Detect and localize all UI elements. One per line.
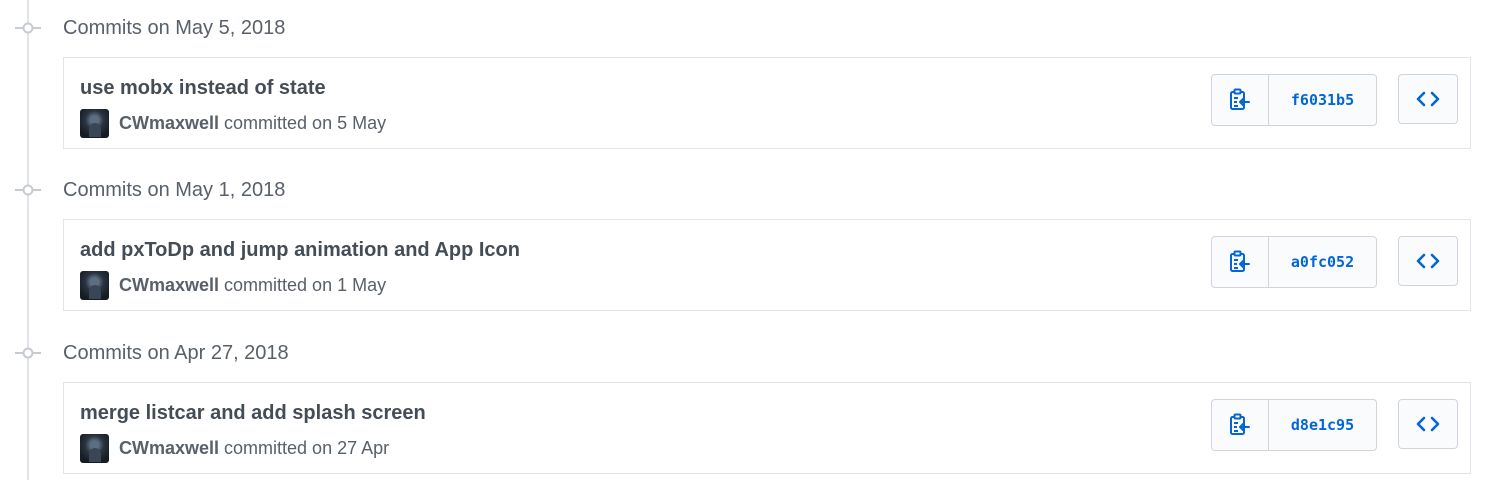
commit-group-header: Commits on Apr 27, 2018 [0,333,700,373]
commit-author-link[interactable]: CWmaxwell [119,275,219,296]
browse-code-button[interactable] [1398,74,1458,124]
avatar[interactable] [80,433,109,463]
copy-sha-button[interactable] [1212,237,1269,287]
commit-meta: CWmaxwell committed on 1 May [80,270,386,300]
commit-date: committed on 5 May [224,112,387,133]
git-commit-icon [15,184,41,196]
commit-message-link[interactable]: add pxToDp and jump animation and App Ic… [80,238,520,262]
commit-message-link[interactable]: merge listcar and add splash screen [80,401,426,425]
clipboard-icon [1230,88,1250,110]
commit-meta: CWmaxwell committed on 27 Apr [80,433,389,463]
commit-sha-link[interactable]: d8e1c95 [1269,400,1376,450]
code-icon [1416,253,1440,269]
copy-sha-button[interactable] [1212,400,1269,450]
git-commit-icon [15,347,41,359]
browse-code-button[interactable] [1398,399,1458,449]
commit-message-link[interactable]: use mobx instead of state [80,76,326,100]
clipboard-icon [1230,250,1250,272]
commit-sha-button-group: a0fc052 [1211,236,1377,288]
commit-meta: CWmaxwell committed on 5 May [80,108,386,138]
git-commit-icon [15,22,41,34]
clipboard-icon [1230,413,1250,435]
browse-code-button[interactable] [1398,236,1458,286]
commit-group-title: Commits on Apr 27, 2018 [63,342,289,364]
commit-author-link[interactable]: CWmaxwell [119,438,219,459]
avatar[interactable] [80,270,109,300]
commit-date: committed on 1 May [224,274,387,295]
commit-date: committed on 27 Apr [224,437,390,458]
commit-group-header: Commits on May 1, 2018 [0,170,700,210]
commit-item: merge listcar and add splash screen CWma… [63,382,1471,474]
commit-sha-link[interactable]: a0fc052 [1269,237,1376,287]
commit-group-header: Commits on May 5, 2018 [0,8,700,48]
timeline-line [27,0,29,480]
commit-sha-button-group: f6031b5 [1211,74,1377,126]
commit-item: add pxToDp and jump animation and App Ic… [63,219,1471,311]
code-icon [1416,91,1440,107]
commit-sha-link[interactable]: f6031b5 [1269,75,1376,125]
code-icon [1416,416,1440,432]
commit-group-title: Commits on May 1, 2018 [63,179,286,201]
commit-item: use mobx instead of state CWmaxwell comm… [63,57,1471,149]
commit-group-title: Commits on May 5, 2018 [63,17,286,39]
copy-sha-button[interactable] [1212,75,1269,125]
commit-sha-button-group: d8e1c95 [1211,399,1377,451]
commit-author-link[interactable]: CWmaxwell [119,113,219,134]
avatar[interactable] [80,108,109,138]
